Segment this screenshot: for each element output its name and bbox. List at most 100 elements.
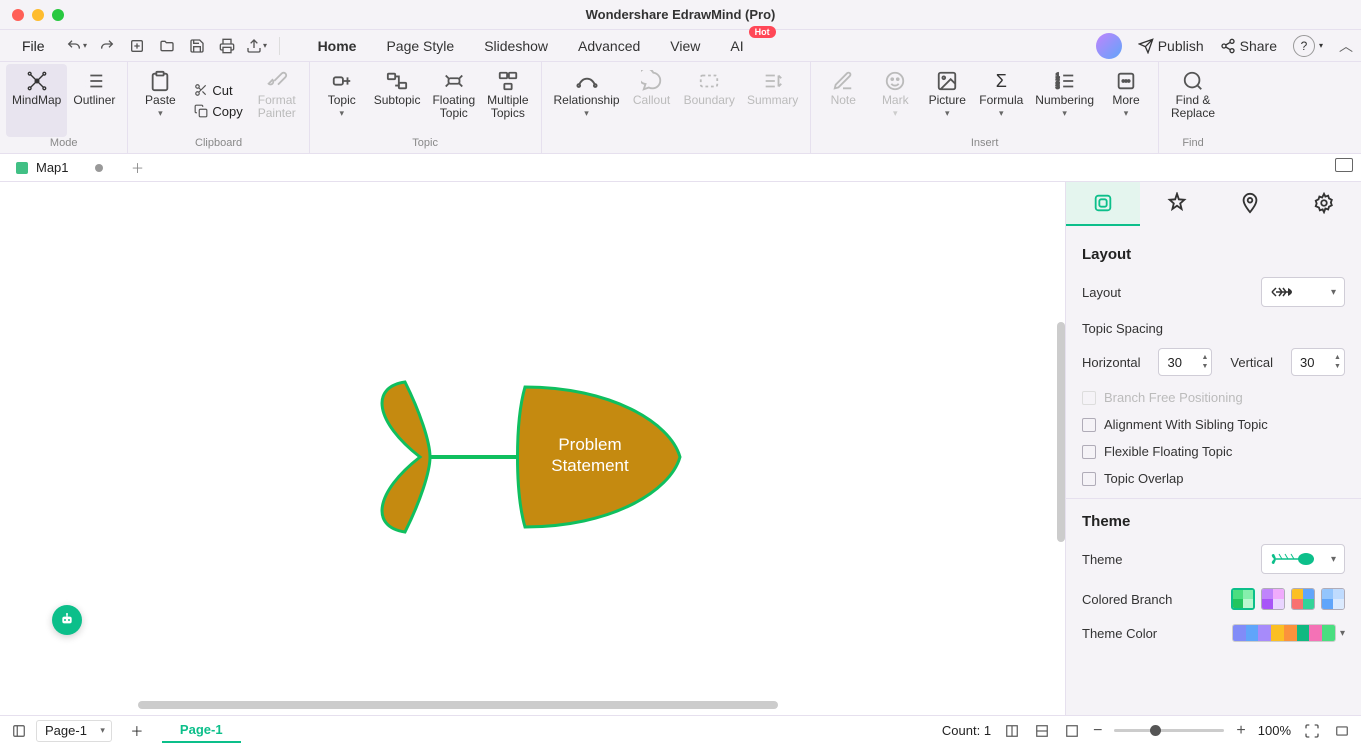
group-clipboard: Paste▾ Cut Copy Format Painter Clipboard [128, 62, 309, 153]
find-replace-button[interactable]: Find & Replace [1165, 64, 1221, 137]
picture-button[interactable]: Picture▾ [921, 64, 973, 137]
topic-spacing-label: Topic Spacing [1082, 321, 1345, 336]
formula-button[interactable]: ΣFormula▾ [973, 64, 1029, 137]
panel-tab-layout[interactable] [1066, 182, 1140, 226]
export-button[interactable]: ▾ [245, 34, 269, 58]
user-avatar[interactable] [1096, 33, 1122, 59]
tab-view[interactable]: View [656, 32, 714, 60]
group-find: Find & Replace Find [1159, 62, 1227, 153]
outliner-button[interactable]: Outliner [67, 64, 121, 137]
mindmap-button[interactable]: MindMap [6, 64, 67, 137]
vertical-spacing-input[interactable]: 30▲▼ [1291, 348, 1345, 376]
tab-advanced[interactable]: Advanced [564, 32, 654, 60]
panel-tab-marks[interactable] [1214, 182, 1288, 226]
close-button[interactable] [12, 9, 24, 21]
collapse-ribbon-button[interactable]: ︿ [1339, 36, 1353, 56]
flexible-floating-checkbox[interactable]: Flexible Floating Topic [1082, 444, 1345, 459]
swatch-1[interactable] [1231, 588, 1255, 610]
topic-overlap-checkbox[interactable]: Topic Overlap [1082, 471, 1345, 486]
tab-slideshow[interactable]: Slideshow [470, 32, 562, 60]
tab-ai[interactable]: AIHot [716, 32, 757, 60]
view-mode-3[interactable] [1063, 723, 1081, 739]
panel-tab-style[interactable] [1140, 182, 1214, 226]
titlebar: Wondershare EdrawMind (Pro) [0, 0, 1361, 30]
group-topic: Topic▾ Subtopic Floating Topic Multiple … [310, 62, 542, 153]
pages-panel-button[interactable] [10, 723, 28, 739]
zoom-slider[interactable] [1114, 729, 1224, 732]
add-document-button[interactable]: ＋ [128, 158, 148, 178]
maximize-button[interactable] [52, 9, 64, 21]
page-tab[interactable]: Page-1 [162, 718, 241, 743]
side-panel-body: Layout Layout ▾ Topic Spacing Horizontal… [1066, 226, 1361, 715]
swatch-4[interactable] [1321, 588, 1345, 610]
panel-tab-settings[interactable] [1287, 182, 1361, 226]
fishbone-shape[interactable]: Problem Statement [360, 372, 690, 542]
subtopic-icon [386, 70, 408, 92]
summary-button[interactable]: Summary [741, 64, 804, 137]
mark-button[interactable]: Mark▾ [869, 64, 921, 137]
paste-button[interactable]: Paste▾ [134, 64, 186, 137]
view-mode-2[interactable] [1033, 723, 1051, 739]
boundary-button[interactable]: Boundary [678, 64, 741, 137]
horizontal-scrollbar[interactable] [138, 701, 778, 709]
zoom-in-button[interactable]: + [1236, 722, 1245, 740]
swatch-2[interactable] [1261, 588, 1285, 610]
chevron-down-icon: ▾ [1331, 554, 1336, 565]
zoom-out-button[interactable]: − [1093, 722, 1102, 740]
layout-label: Layout [1082, 285, 1121, 300]
numbering-button[interactable]: 123Numbering▾ [1029, 64, 1100, 137]
add-page-button[interactable]: ＋ [128, 723, 146, 739]
branch-free-checkbox: Branch Free Positioning [1082, 390, 1345, 405]
ai-chat-button[interactable] [52, 605, 82, 635]
more-button[interactable]: More▾ [1100, 64, 1152, 137]
swatch-3[interactable] [1291, 588, 1315, 610]
multiple-topics-button[interactable]: Multiple Topics [481, 64, 534, 137]
mark-icon [884, 70, 906, 92]
relationship-icon [576, 70, 598, 92]
group-clipboard-label: Clipboard [134, 137, 302, 151]
relationship-button[interactable]: Relationship▾ [548, 64, 626, 137]
view-mode-1[interactable] [1003, 723, 1021, 739]
cut-button[interactable]: Cut [190, 81, 246, 100]
share-button[interactable]: Share [1220, 38, 1277, 54]
topic-text-2: Statement [551, 456, 629, 475]
layout-select[interactable]: ▾ [1261, 277, 1345, 307]
side-panel-toggle[interactable] [1335, 158, 1353, 172]
copy-button[interactable]: Copy [190, 102, 246, 121]
page-select[interactable]: Page-1▾ [36, 720, 112, 742]
document-tab[interactable]: Map1 [6, 157, 114, 178]
topic-button[interactable]: Topic▾ [316, 64, 368, 137]
theme-color-select[interactable] [1232, 624, 1336, 642]
zoom-level[interactable]: 100% [1258, 723, 1291, 738]
fit-screen-button[interactable] [1303, 723, 1321, 739]
save-button[interactable] [185, 34, 209, 58]
align-sibling-checkbox[interactable]: Alignment With Sibling Topic [1082, 417, 1345, 432]
subtopic-button[interactable]: Subtopic [368, 64, 427, 137]
horizontal-spacing-input[interactable]: 30▲▼ [1158, 348, 1212, 376]
redo-button[interactable] [95, 34, 119, 58]
numbering-icon: 123 [1054, 70, 1076, 92]
new-button[interactable] [125, 34, 149, 58]
vertical-scrollbar[interactable] [1057, 322, 1065, 542]
theme-select[interactable]: ▾ [1261, 544, 1345, 574]
tab-page-style[interactable]: Page Style [372, 32, 468, 60]
window-controls [12, 9, 64, 21]
floating-topic-button[interactable]: Floating Topic [426, 64, 481, 137]
help-button[interactable]: ?▾ [1293, 35, 1323, 57]
ribbon: MindMap Outliner Mode Paste▾ Cut Copy Fo… [0, 62, 1361, 154]
outliner-icon [83, 70, 105, 92]
file-menu[interactable]: File [8, 34, 59, 58]
callout-button[interactable]: Callout [626, 64, 678, 137]
note-button[interactable]: Note [817, 64, 869, 137]
print-button[interactable] [215, 34, 239, 58]
format-painter-button[interactable]: Format Painter [251, 64, 303, 137]
group-relations-label [548, 137, 805, 151]
undo-button[interactable]: ▾ [65, 34, 89, 58]
fullscreen-button[interactable] [1333, 723, 1351, 739]
open-button[interactable] [155, 34, 179, 58]
boundary-icon [698, 70, 720, 92]
minimize-button[interactable] [32, 9, 44, 21]
tab-home[interactable]: Home [304, 32, 371, 60]
publish-button[interactable]: Publish [1138, 38, 1204, 54]
canvas[interactable]: Problem Statement [0, 182, 1065, 715]
